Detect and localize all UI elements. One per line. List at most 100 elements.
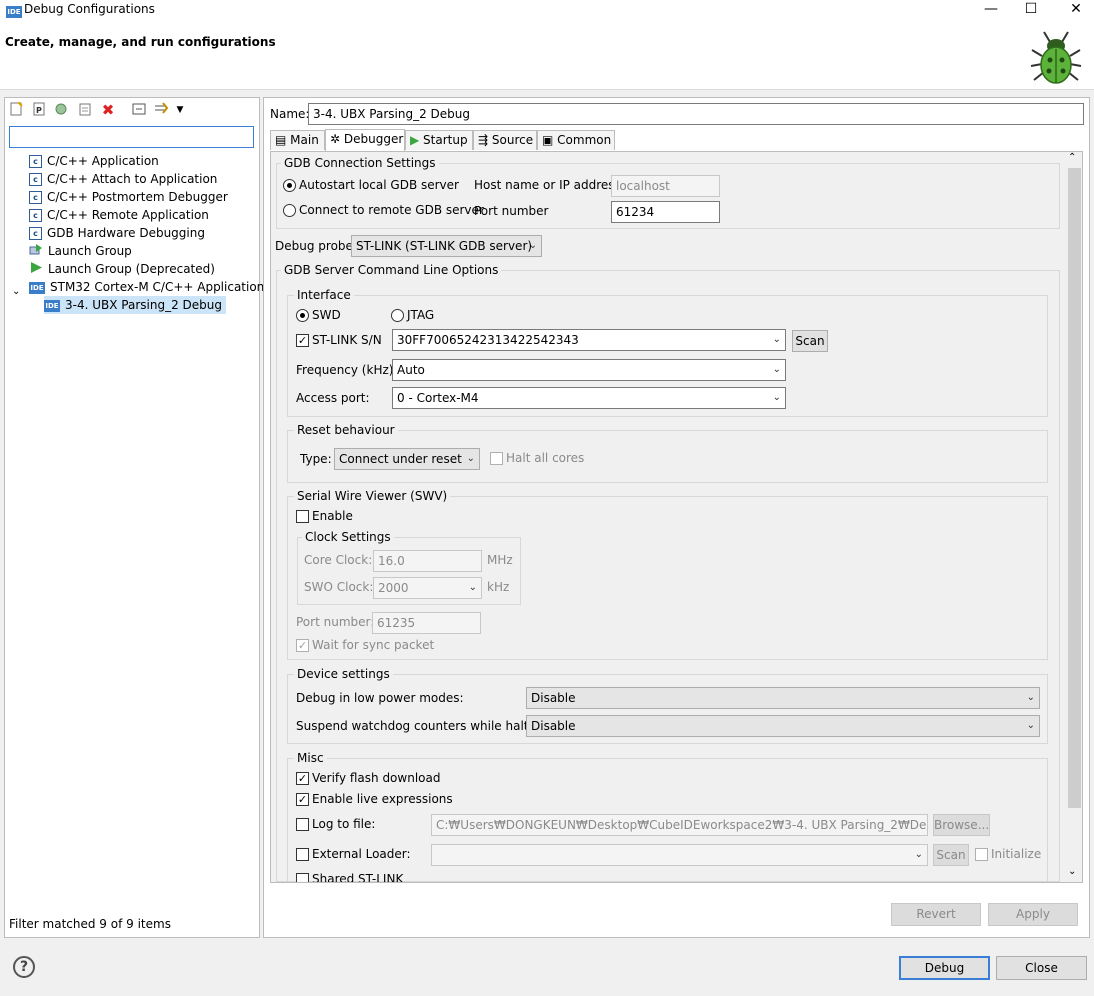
c-icon: c <box>29 209 42 222</box>
tree-item-c-postmortem[interactable]: c C/C++ Postmortem Debugger <box>29 188 228 206</box>
revert-button[interactable]: Revert <box>891 903 981 926</box>
filter-status: Filter matched 9 of 9 items <box>9 917 171 931</box>
gdb-connection-title: GDB Connection Settings <box>281 156 439 170</box>
wait-sync-checkbox[interactable]: ✓ Wait for sync packet <box>296 637 434 653</box>
browse-button[interactable]: Browse... <box>933 814 990 836</box>
c-icon: c <box>29 155 42 168</box>
apply-button[interactable]: Apply <box>988 903 1078 926</box>
verify-flash-checkbox[interactable]: ✓ Verify flash download <box>296 770 440 786</box>
low-power-select[interactable]: Disable ⌄ <box>526 687 1040 709</box>
shared-stlink-clip: Shared ST-LINK <box>276 872 1060 882</box>
chevron-down-icon: ⌄ <box>914 849 923 860</box>
filter-input[interactable] <box>9 126 254 148</box>
swo-clock-unit: kHz <box>487 580 510 594</box>
connect-remote-radio[interactable]: Connect to remote GDB server <box>283 202 484 218</box>
halt-all-cores-checkbox[interactable]: Halt all cores <box>490 450 584 466</box>
tree-item-launch-group[interactable]: Launch Group <box>29 242 228 260</box>
scroll-thumb[interactable] <box>1068 168 1081 808</box>
tree-item-c-application[interactable]: c C/C++ Application <box>29 152 228 170</box>
clock-settings-title: Clock Settings <box>302 530 394 544</box>
stlink-sn-select[interactable]: 30FF70065242313422542343 ⌄ <box>392 329 786 351</box>
core-clock-unit: MHz <box>487 553 513 567</box>
c-icon: c <box>29 191 42 204</box>
expand-chevron-icon[interactable]: ⌄ <box>12 286 20 297</box>
swd-radio[interactable]: SWD <box>296 307 341 323</box>
minimize-button[interactable]: — <box>976 0 1006 18</box>
swv-port-input[interactable]: 61235 <box>372 612 481 634</box>
stlink-sn-checkbox[interactable]: ✓ ST-LINK S/N <box>296 332 382 348</box>
chevron-down-icon: ⌄ <box>1026 692 1035 703</box>
help-icon[interactable]: ? <box>13 956 35 978</box>
export-icon[interactable] <box>77 102 93 118</box>
maximize-button[interactable]: ☐ <box>1016 0 1046 18</box>
reset-type-label: Type: <box>300 452 332 466</box>
scroll-up-icon[interactable]: ⌃ <box>1068 152 1076 163</box>
watchdog-label: Suspend watchdog counters while halted: <box>296 719 548 733</box>
tab-source[interactable]: ⇶ Source <box>473 130 537 150</box>
tree-item-c-attach[interactable]: c C/C++ Attach to Application <box>29 170 228 188</box>
autostart-radio[interactable]: Autostart local GDB server <box>283 177 459 193</box>
external-loader-select[interactable]: ⌄ <box>431 844 928 866</box>
initialize-checkbox[interactable]: Initialize <box>975 846 1041 862</box>
port-label: Port number <box>474 204 549 218</box>
shared-stlink-checkbox[interactable]: Shared ST-LINK <box>296 872 403 882</box>
duplicate-icon[interactable] <box>53 102 69 118</box>
tree-item-c-remote[interactable]: c C/C++ Remote Application <box>29 206 228 224</box>
scan-button[interactable]: Scan <box>792 330 828 352</box>
log-file-input[interactable]: C:₩Users₩DONGKEUN₩Desktop₩CubeIDEworkspa… <box>431 814 928 836</box>
c-icon: c <box>29 173 42 186</box>
tab-main[interactable]: ▤ Main <box>270 130 325 150</box>
access-port-label: Access port: <box>296 391 370 405</box>
ide-icon: IDE <box>44 299 60 312</box>
core-clock-label: Core Clock: <box>304 553 373 567</box>
frequency-select[interactable]: Auto ⌄ <box>392 359 786 381</box>
tree-item-stm32[interactable]: IDE STM32 Cortex-M C/C++ Application <box>29 278 264 296</box>
dialog-header <box>0 20 1094 90</box>
tree-item-gdb-hardware[interactable]: c GDB Hardware Debugging <box>29 224 228 242</box>
watchdog-select[interactable]: Disable ⌄ <box>526 715 1040 737</box>
scroll-down-icon[interactable]: ⌄ <box>1068 866 1076 877</box>
window-title: Debug Configurations <box>24 2 155 16</box>
tree-item-selected-config[interactable]: IDE 3-4. UBX Parsing_2 Debug <box>44 296 226 314</box>
swv-enable-checkbox[interactable]: Enable <box>296 508 353 524</box>
close-button[interactable]: Close <box>996 956 1087 980</box>
live-expressions-checkbox[interactable]: ✓ Enable live expressions <box>296 791 453 807</box>
tree-item-launch-group-deprecated[interactable]: Launch Group (Deprecated) <box>29 260 228 278</box>
reset-title: Reset behaviour <box>294 423 398 437</box>
jtag-radio[interactable]: JTAG <box>391 307 434 323</box>
new-configuration-icon[interactable] <box>8 101 24 118</box>
chevron-down-icon[interactable]: ▼ <box>172 102 188 118</box>
tab-startup[interactable]: ▶ Startup <box>405 130 473 150</box>
debug-probe-select[interactable]: ST-LINK (ST-LINK GDB server) ⌄ <box>351 235 542 257</box>
port-input[interactable]: 61234 <box>611 201 720 223</box>
access-port-select[interactable]: 0 - Cortex-M4 ⌄ <box>392 387 786 409</box>
chevron-down-icon: ⌄ <box>772 392 781 403</box>
startup-tab-icon: ▶ <box>410 133 424 147</box>
reset-type-select[interactable]: Connect under reset ⌄ <box>334 448 480 470</box>
filter-icon[interactable] <box>153 102 169 118</box>
swv-title: Serial Wire Viewer (SWV) <box>294 489 451 503</box>
app-icon: IDE <box>6 6 22 18</box>
loader-scan-button[interactable]: Scan <box>933 844 969 866</box>
external-loader-checkbox[interactable]: External Loader: <box>296 846 411 862</box>
source-tab-icon: ⇶ <box>478 133 492 147</box>
new-prototype-icon[interactable]: P <box>31 102 47 118</box>
main-tab-icon: ▤ <box>275 133 291 147</box>
swv-port-label: Port number: <box>296 615 375 629</box>
debug-button[interactable]: Debug <box>899 956 990 980</box>
swo-clock-select[interactable]: 2000 ⌄ <box>373 577 482 599</box>
server-options-title: GDB Server Command Line Options <box>281 263 502 277</box>
tab-common[interactable]: ▣ Common <box>537 130 615 150</box>
chevron-down-icon: ⌄ <box>468 582 477 593</box>
ide-icon: IDE <box>29 281 45 294</box>
tab-debugger[interactable]: ✲ Debugger <box>325 129 405 151</box>
misc-title: Misc <box>294 751 327 765</box>
host-input[interactable]: localhost <box>611 175 720 197</box>
core-clock-input[interactable]: 16.0 <box>373 550 482 572</box>
close-window-button[interactable]: ✕ <box>1061 0 1091 18</box>
delete-icon[interactable]: ✖ <box>100 102 116 118</box>
collapse-all-icon[interactable] <box>131 102 147 118</box>
configuration-tree: c C/C++ Application c C/C++ Attach to Appl… <box>29 152 228 278</box>
log-to-file-checkbox[interactable]: Log to file: <box>296 816 375 832</box>
name-input[interactable]: 3-4. UBX Parsing_2 Debug <box>308 103 1084 125</box>
